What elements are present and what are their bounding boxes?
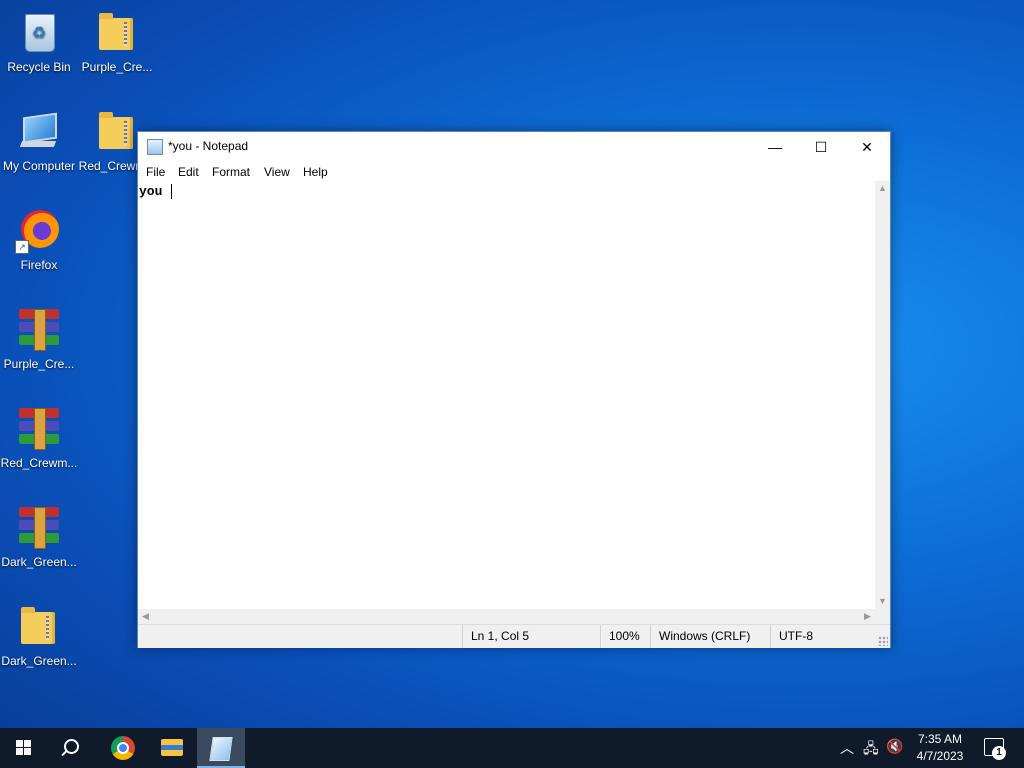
maximize-button[interactable]: ☐ (798, 132, 844, 162)
status-cursor-position: Ln 1, Col 5 (462, 625, 600, 648)
system-tray: ︿ 🖧 🔇 (830, 728, 910, 768)
scroll-down-icon[interactable]: ▼ (875, 594, 890, 609)
taskbar-notepad[interactable] (197, 728, 245, 768)
desktop-icon-label: Red_Crewm... (0, 456, 78, 470)
shortcut-arrow-icon: ↗ (15, 240, 29, 254)
editor-content[interactable]: you (139, 184, 170, 199)
search-button[interactable] (48, 728, 96, 768)
desktop-icon-purple-crew-archive[interactable]: Purple_Cre... (0, 305, 78, 371)
scroll-left-icon[interactable]: ◀ (138, 609, 153, 624)
desktop-icon-dark-green-folder[interactable]: Dark_Green... (0, 602, 78, 668)
winrar-archive-icon (19, 408, 59, 450)
desktop-icon-label: Firefox (20, 258, 58, 272)
taskbar-file-explorer[interactable] (148, 728, 196, 768)
horizontal-scrollbar[interactable]: ◀ ▶ (138, 609, 875, 624)
clock[interactable]: 7:35 AM 4/7/2023 (905, 731, 975, 765)
menu-help[interactable]: Help (303, 165, 328, 179)
title-bar[interactable]: *you - Notepad — ☐ ✕ (138, 132, 890, 162)
text-editor[interactable]: you (138, 181, 875, 609)
taskbar-chrome[interactable] (99, 728, 147, 768)
close-button[interactable]: ✕ (844, 132, 890, 162)
notepad-icon (209, 737, 233, 761)
desktop-icon-label: Purple_Cre... (3, 357, 75, 371)
winrar-archive-icon (19, 309, 59, 351)
folder-icon (99, 13, 133, 50)
resize-grip-icon[interactable] (878, 636, 888, 646)
windows-logo-icon (16, 740, 32, 756)
desktop-icon-label: My Computer (2, 159, 76, 173)
scroll-right-icon[interactable]: ▶ (860, 609, 875, 624)
search-icon (64, 739, 79, 754)
desktop-icon-label: Dark_Green... (1, 555, 77, 569)
desktop: Recycle Bin Purple_Cre... My Computer Re… (0, 0, 1024, 728)
minimize-button[interactable]: — (752, 132, 798, 162)
computer-icon (23, 112, 57, 144)
status-line-ending: Windows (CRLF) (650, 625, 770, 648)
window-title: *you - Notepad (168, 139, 249, 153)
desktop-icon-dark-green-archive[interactable]: Dark_Green... (0, 503, 78, 569)
clock-time: 7:35 AM (917, 732, 963, 746)
menu-edit[interactable]: Edit (178, 165, 199, 179)
desktop-icon-recycle-bin[interactable]: Recycle Bin (0, 8, 78, 74)
scrollbar-corner (875, 609, 890, 624)
desktop-icon-red-crew-archive[interactable]: Red_Crewm... (0, 404, 78, 470)
desktop-icon-firefox[interactable]: ↗ Firefox (0, 206, 78, 272)
status-encoding: UTF-8 (770, 625, 875, 648)
desktop-icon-purple-crew-folder[interactable]: Purple_Cre... (78, 8, 156, 74)
desktop-icon-label: Recycle Bin (7, 60, 71, 74)
desktop-icon-label: Dark_Green... (1, 654, 77, 668)
recycle-bin-icon (25, 14, 55, 52)
vertical-scrollbar[interactable]: ▲ ▼ (875, 181, 890, 609)
taskbar: ︿ 🖧 🔇 7:35 AM 4/7/2023 1 (0, 728, 1024, 768)
volume-muted-icon[interactable]: 🔇 (886, 738, 903, 755)
menu-format[interactable]: Format (212, 165, 250, 179)
winrar-archive-icon (19, 507, 59, 549)
text-caret (171, 184, 173, 200)
menu-file[interactable]: File (146, 165, 165, 179)
file-explorer-icon (161, 739, 183, 756)
chevron-up-icon[interactable]: ︿ (840, 738, 854, 758)
notepad-icon (147, 139, 163, 155)
status-zoom: 100% (600, 625, 650, 648)
notification-count-badge: 1 (992, 746, 1006, 760)
notepad-window: *you - Notepad — ☐ ✕ File Edit Format Vi… (137, 131, 891, 648)
menu-view[interactable]: View (264, 165, 290, 179)
folder-icon (99, 112, 133, 149)
folder-icon (21, 607, 55, 644)
network-icon[interactable]: 🖧 (863, 738, 879, 762)
menu-bar: File Edit Format View Help (138, 162, 890, 182)
scroll-up-icon[interactable]: ▲ (875, 181, 890, 196)
desktop-icon-my-computer[interactable]: My Computer (0, 107, 78, 173)
desktop-icon-label: Purple_Cre... (81, 60, 153, 74)
clock-date: 4/7/2023 (916, 749, 964, 763)
chrome-icon (111, 736, 135, 760)
start-button[interactable] (0, 728, 48, 768)
status-bar: Ln 1, Col 5 100% Windows (CRLF) UTF-8 (138, 624, 890, 648)
